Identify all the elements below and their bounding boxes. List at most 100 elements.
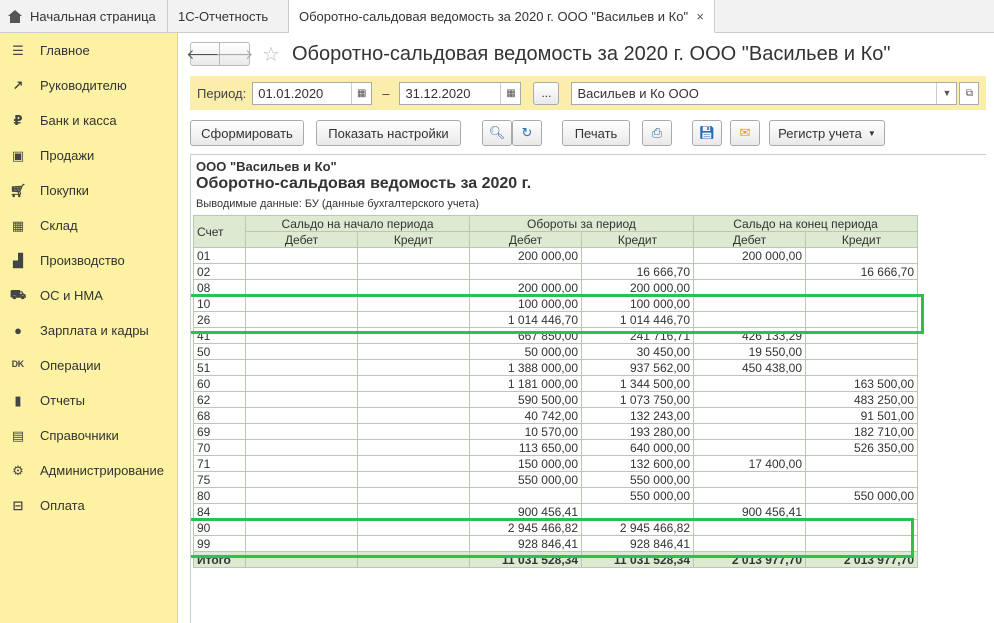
total-amount-cell[interactable] [357, 551, 470, 568]
amount-cell[interactable] [693, 535, 806, 552]
amount-cell[interactable]: 526 350,00 [805, 439, 918, 456]
amount-cell[interactable]: 483 250,00 [805, 391, 918, 408]
amount-cell[interactable]: 937 562,00 [581, 359, 694, 376]
amount-cell[interactable] [245, 263, 358, 280]
amount-cell[interactable] [805, 247, 918, 264]
sidebar-item[interactable]: ☰ Главное [0, 33, 177, 68]
total-label-cell[interactable]: Итого [193, 551, 246, 568]
amount-cell[interactable] [245, 519, 358, 536]
sidebar-item[interactable]: ▮ Отчеты [0, 383, 177, 418]
amount-cell[interactable] [245, 503, 358, 520]
organization-select[interactable]: Васильев и Ко ООО ▼ [571, 81, 958, 105]
amount-cell[interactable]: 50 000,00 [469, 343, 582, 360]
amount-cell[interactable]: 550 000,00 [805, 487, 918, 504]
amount-cell[interactable]: 1 181 000,00 [469, 375, 582, 392]
search-cancel-icon[interactable]: ↻ [512, 120, 542, 146]
total-amount-cell[interactable]: 2 013 977,70 [805, 551, 918, 568]
amount-cell[interactable] [693, 487, 806, 504]
sidebar-item[interactable]: ⊟ Оплата [0, 488, 177, 523]
amount-cell[interactable]: 450 438,00 [693, 359, 806, 376]
amount-cell[interactable]: 200 000,00 [693, 247, 806, 264]
amount-cell[interactable] [245, 407, 358, 424]
sidebar-item[interactable]: ⚙ Администрирование [0, 453, 177, 488]
amount-cell[interactable]: 16 666,70 [581, 263, 694, 280]
amount-cell[interactable]: 590 500,00 [469, 391, 582, 408]
amount-cell[interactable] [245, 535, 358, 552]
amount-cell[interactable] [245, 279, 358, 296]
account-cell[interactable]: 02 [193, 263, 246, 280]
amount-cell[interactable]: 132 243,00 [581, 407, 694, 424]
amount-cell[interactable] [805, 503, 918, 520]
generate-button[interactable]: Сформировать [190, 120, 304, 146]
open-icon[interactable]: ⧉ [959, 81, 980, 105]
account-cell[interactable]: 75 [193, 471, 246, 488]
amount-cell[interactable]: 2 945 466,82 [581, 519, 694, 536]
account-cell[interactable]: 99 [193, 535, 246, 552]
amount-cell[interactable] [693, 311, 806, 328]
total-amount-cell[interactable]: 11 031 528,34 [581, 551, 694, 568]
amount-cell[interactable] [693, 263, 806, 280]
amount-cell[interactable] [245, 423, 358, 440]
total-amount-cell[interactable]: 2 013 977,70 [693, 551, 806, 568]
amount-cell[interactable] [357, 343, 470, 360]
amount-cell[interactable] [805, 343, 918, 360]
show-settings-button[interactable]: Показать настройки [316, 120, 461, 146]
amount-cell[interactable] [805, 535, 918, 552]
amount-cell[interactable] [357, 295, 470, 312]
amount-cell[interactable] [693, 295, 806, 312]
amount-cell[interactable] [357, 487, 470, 504]
period-to-input[interactable]: 31.12.2020 ▦ [399, 81, 522, 105]
amount-cell[interactable]: 193 280,00 [581, 423, 694, 440]
amount-cell[interactable]: 100 000,00 [581, 295, 694, 312]
amount-cell[interactable] [805, 327, 918, 344]
amount-cell[interactable] [805, 471, 918, 488]
tab-active-report[interactable]: Оборотно-сальдовая ведомость за 2020 г. … [289, 0, 715, 33]
account-cell[interactable]: 01 [193, 247, 246, 264]
sidebar-item[interactable]: ▤ Справочники [0, 418, 177, 453]
amount-cell[interactable]: 900 456,41 [469, 503, 582, 520]
amount-cell[interactable] [357, 407, 470, 424]
amount-cell[interactable] [693, 519, 806, 536]
amount-cell[interactable] [245, 327, 358, 344]
account-cell[interactable]: 08 [193, 279, 246, 296]
amount-cell[interactable] [245, 439, 358, 456]
forward-button[interactable]: 🡒 [216, 42, 253, 66]
amount-cell[interactable] [581, 503, 694, 520]
amount-cell[interactable]: 30 450,00 [581, 343, 694, 360]
chevron-down-icon[interactable]: ▼ [936, 82, 956, 104]
amount-cell[interactable] [357, 311, 470, 328]
amount-cell[interactable]: 928 846,41 [469, 535, 582, 552]
account-cell[interactable]: 70 [193, 439, 246, 456]
star-icon[interactable]: ☆ [262, 42, 280, 67]
total-amount-cell[interactable] [245, 551, 358, 568]
period-from-input[interactable]: 01.01.2020 ▦ [252, 81, 373, 105]
sidebar-item[interactable]: 🛒︎ Покупки [0, 173, 177, 208]
accounting-register-button[interactable]: Регистр учета ▼ [769, 120, 885, 146]
amount-cell[interactable]: 200 000,00 [581, 279, 694, 296]
amount-cell[interactable]: 1 344 500,00 [581, 375, 694, 392]
account-cell[interactable]: 51 [193, 359, 246, 376]
sidebar-item[interactable]: ↗ Руководителю [0, 68, 177, 103]
amount-cell[interactable] [581, 247, 694, 264]
account-cell[interactable]: 69 [193, 423, 246, 440]
amount-cell[interactable]: 241 716,71 [581, 327, 694, 344]
save-icon[interactable]: 💾︎ [692, 120, 722, 146]
amount-cell[interactable]: 17 400,00 [693, 455, 806, 472]
amount-cell[interactable]: 10 570,00 [469, 423, 582, 440]
amount-cell[interactable]: 550 000,00 [581, 471, 694, 488]
amount-cell[interactable] [357, 423, 470, 440]
amount-cell[interactable] [357, 327, 470, 344]
amount-cell[interactable]: 667 850,00 [469, 327, 582, 344]
amount-cell[interactable]: 16 666,70 [805, 263, 918, 280]
amount-cell[interactable]: 640 000,00 [581, 439, 694, 456]
amount-cell[interactable]: 132 600,00 [581, 455, 694, 472]
amount-cell[interactable] [469, 263, 582, 280]
print-button[interactable]: Печать [562, 120, 630, 146]
search-icon[interactable]: 🔍︎ [482, 120, 512, 146]
amount-cell[interactable] [805, 311, 918, 328]
calendar-icon[interactable]: ▦ [351, 82, 371, 104]
close-icon[interactable]: × [696, 9, 704, 24]
amount-cell[interactable]: 2 945 466,82 [469, 519, 582, 536]
amount-cell[interactable]: 900 456,41 [693, 503, 806, 520]
amount-cell[interactable] [357, 519, 470, 536]
